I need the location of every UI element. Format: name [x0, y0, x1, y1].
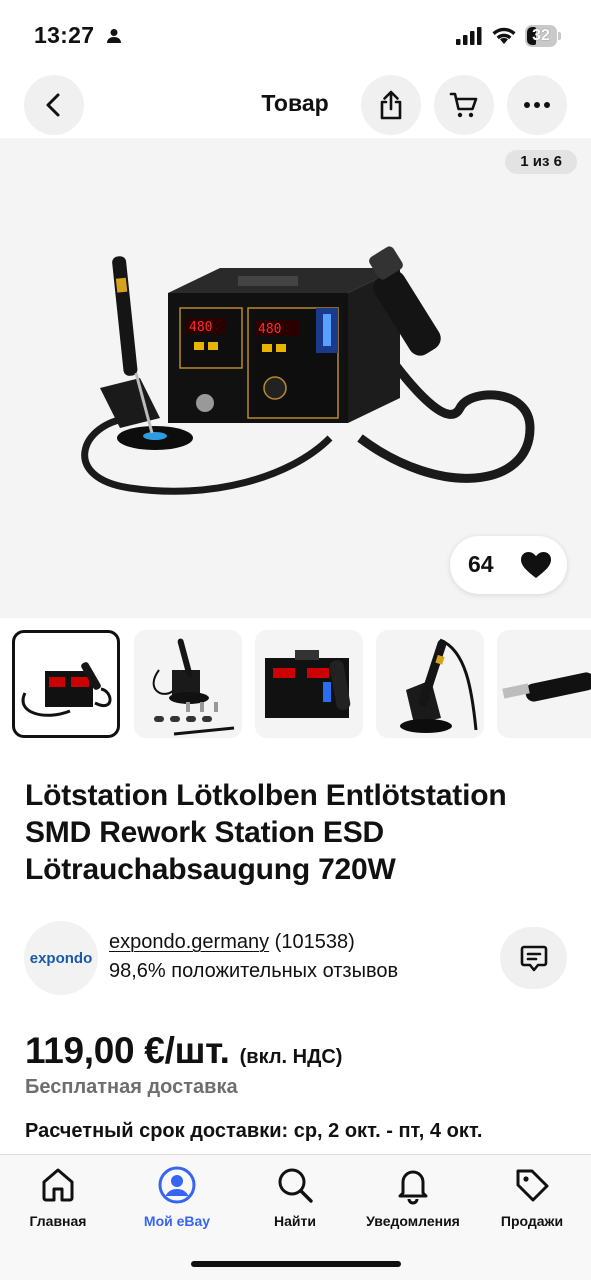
thumbnail-strip[interactable] — [0, 630, 591, 740]
shipping-info: Бесплатная доставка — [25, 1076, 238, 1098]
thumbnail-2[interactable] — [134, 630, 242, 738]
thumbnail-5[interactable] — [497, 630, 591, 738]
price: 119,00 €/шт. (вкл. НДС) — [25, 1030, 342, 1072]
product-title: Lötstation Lötkolben Entlötstation SMD R… — [25, 779, 507, 886]
page-title: Товар — [261, 90, 329, 116]
svg-text:480: 480 — [258, 322, 281, 337]
share-button[interactable] — [361, 75, 421, 135]
seller-name-link[interactable]: expondo.germany — [109, 931, 269, 953]
tab-label: Найти — [274, 1213, 316, 1229]
thumbnail-image — [502, 672, 591, 702]
seller-rating-count: (101538) — [274, 931, 355, 953]
bell-icon — [398, 1170, 428, 1205]
heart-icon — [521, 552, 551, 578]
back-arrow-icon — [46, 93, 60, 117]
cellular-signal-icon — [456, 27, 482, 50]
contact-seller-button[interactable] — [500, 927, 567, 989]
more-button[interactable] — [507, 75, 567, 135]
delivery-estimate: Расчетный срок доставки: ср, 2 окт. - пт… — [25, 1120, 483, 1142]
person-icon — [106, 28, 122, 49]
tab-label: Продажи — [500, 1213, 564, 1229]
like-count: 64 — [468, 551, 494, 577]
tab-selling[interactable]: Продажи — [477, 1165, 587, 1235]
vat-note: (вкл. НДС) — [239, 1046, 343, 1068]
tab-label: Главная — [29, 1213, 87, 1229]
status-time: 13:27 — [34, 22, 95, 48]
tab-home[interactable]: Главная — [3, 1165, 113, 1235]
product-image: 480 480 — [81, 246, 535, 495]
product-image-gallery[interactable]: 1 из 6 480 480 64 — [0, 138, 591, 618]
top-nav-bar: Товар — [0, 72, 591, 138]
thumbnail-1[interactable] — [12, 630, 120, 738]
message-icon — [520, 945, 547, 972]
seller-info: expondo.germany (101538) — [109, 931, 355, 954]
thumbnail-image — [265, 650, 351, 718]
home-icon — [42, 1168, 74, 1202]
svg-text:480: 480 — [189, 320, 212, 335]
seller-logo[interactable]: expondo — [24, 921, 98, 995]
tag-icon — [516, 1169, 549, 1202]
seller-logo-text: expondo — [29, 949, 93, 967]
share-icon — [380, 90, 402, 120]
tab-notifications[interactable]: Уведомления — [358, 1165, 468, 1235]
image-counter: 1 из 6 — [505, 150, 577, 174]
home-indicator — [191, 1261, 401, 1267]
status-bar: 13:27 32 — [0, 0, 591, 70]
cart-button[interactable] — [434, 75, 494, 135]
wifi-icon — [491, 25, 517, 50]
thumbnail-image — [400, 638, 478, 733]
tab-my-ebay[interactable]: Мой eBay — [122, 1165, 232, 1235]
more-dots-icon — [524, 102, 550, 108]
search-icon — [278, 1168, 313, 1203]
tab-search[interactable]: Найти — [240, 1165, 350, 1235]
tab-label: Уведомления — [366, 1213, 460, 1229]
profile-icon — [158, 1166, 196, 1204]
bottom-tab-bar: Главная Мой eBay Найти Уведомления Прода… — [0, 1154, 591, 1280]
back-button[interactable] — [24, 75, 84, 135]
battery-level: 32 — [532, 27, 550, 44]
thumbnail-4[interactable] — [376, 630, 484, 738]
price-value: 119,00 €/шт. — [25, 1030, 230, 1071]
tab-label: Мой eBay — [143, 1213, 211, 1229]
thumbnail-image — [21, 662, 112, 717]
watch-like-button[interactable]: 64 — [450, 536, 567, 594]
seller-feedback: 98,6% положительных отзывов — [109, 960, 399, 982]
battery-icon: 32 — [525, 25, 561, 47]
thumbnail-image — [152, 638, 235, 736]
thumbnail-3[interactable] — [255, 630, 363, 738]
cart-icon — [449, 92, 478, 118]
